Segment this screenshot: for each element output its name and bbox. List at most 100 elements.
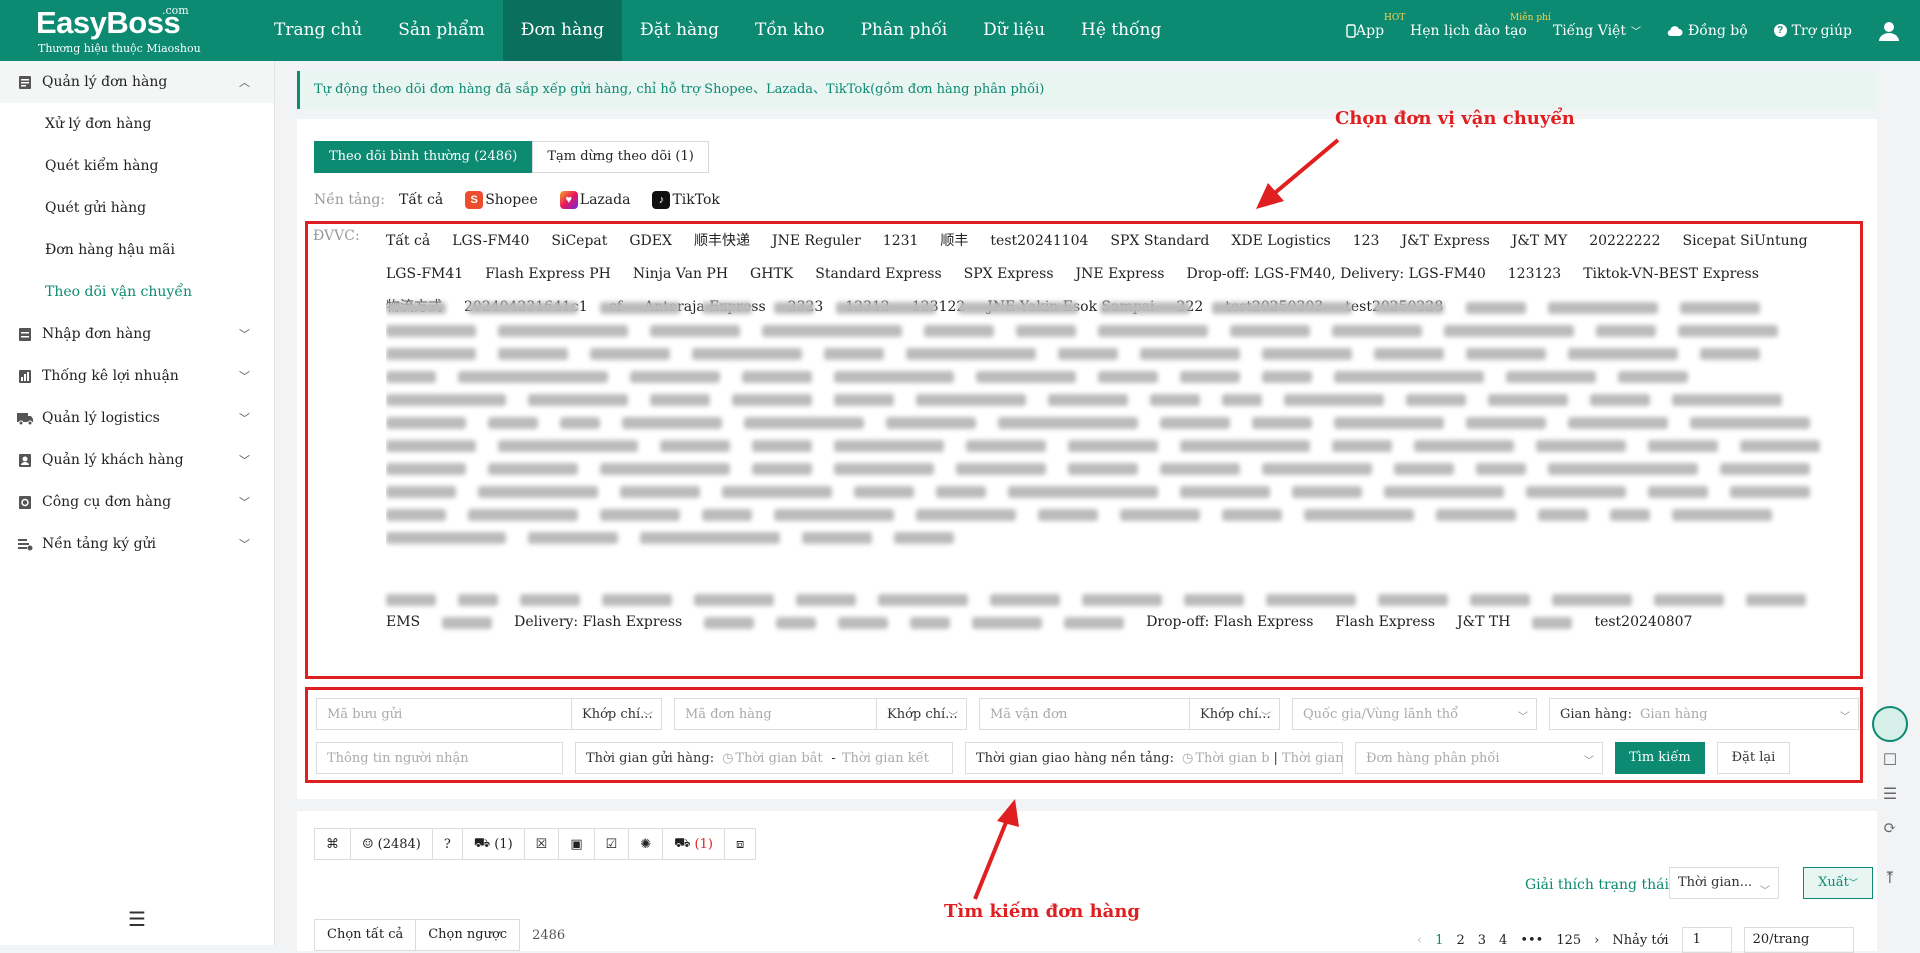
sidebar-group-profit-stats[interactable]: Thống kê lợi nhuận ﹀ bbox=[0, 355, 274, 397]
status-return-button[interactable]: ⧈ bbox=[725, 829, 755, 859]
carrier-option[interactable]: 顺丰快递 bbox=[694, 225, 750, 258]
reset-button[interactable]: Đặt lại bbox=[1716, 742, 1791, 774]
page-4[interactable]: 4 bbox=[1499, 933, 1507, 948]
language-select[interactable]: Tiếng Việt ﹀ bbox=[1553, 23, 1641, 39]
next-page-icon[interactable]: › bbox=[1594, 933, 1599, 948]
menu-collapse-icon[interactable]: ☰ bbox=[128, 907, 146, 931]
sidebar-group-order-management[interactable]: Quản lý đơn hàng ︿ bbox=[0, 61, 274, 103]
carrier-option[interactable]: test20240807 bbox=[1594, 606, 1692, 639]
help-button[interactable]: ? Trợ giúp bbox=[1773, 23, 1852, 39]
carrier-option[interactable]: Sicepat SiUntung bbox=[1682, 225, 1807, 258]
select-all-button[interactable]: Chọn tất cả bbox=[314, 919, 417, 951]
nav-purchase[interactable]: Đặt hàng bbox=[622, 0, 737, 61]
status-cancelled-button[interactable]: ☒ bbox=[525, 829, 560, 859]
support-avatar[interactable] bbox=[1872, 706, 1908, 742]
sidebar-group-logistics[interactable]: Quản lý logistics ﹀ bbox=[0, 397, 274, 439]
carrier-option[interactable]: 20222222 bbox=[1589, 225, 1660, 258]
status-all-button[interactable]: ⌘ bbox=[315, 829, 351, 859]
carrier-option[interactable]: Drop-off: LGS-FM40, Delivery: LGS-FM40 bbox=[1187, 258, 1486, 291]
nav-distribution[interactable]: Phân phối bbox=[843, 0, 966, 61]
carrier-option[interactable]: LGS-FM41 bbox=[386, 258, 463, 291]
nav-products[interactable]: Sản phẩm bbox=[380, 0, 503, 61]
page-last[interactable]: 125 bbox=[1556, 933, 1581, 948]
page-size-select[interactable]: 20/trang bbox=[1743, 927, 1854, 953]
platform-shopee[interactable]: S Shopee bbox=[465, 191, 538, 209]
user-avatar-button[interactable] bbox=[1878, 20, 1900, 42]
feedback-icon[interactable]: ☐ bbox=[1880, 750, 1900, 770]
page-ellipsis[interactable]: ••• bbox=[1520, 933, 1543, 948]
tracking-number-input[interactable]: Mã bưu gửi bbox=[316, 698, 571, 730]
carrier-option[interactable]: J&T TH bbox=[1457, 606, 1510, 639]
status-error-button[interactable]: ⛟ (1) bbox=[663, 829, 725, 859]
carrier-option[interactable]: EMS bbox=[386, 606, 420, 639]
carrier-option[interactable]: XDE Logistics bbox=[1231, 225, 1330, 258]
carrier-option[interactable]: GDEX bbox=[629, 225, 672, 258]
nav-data[interactable]: Dữ liệu bbox=[965, 0, 1063, 61]
carrier-option[interactable]: Tất cả bbox=[386, 225, 430, 258]
page-3[interactable]: 3 bbox=[1478, 933, 1486, 948]
sidebar-group-order-tools[interactable]: Công cụ đơn hàng ﹀ bbox=[0, 481, 274, 523]
carrier-option[interactable]: Delivery: Flash Express bbox=[514, 606, 682, 639]
carrier-option[interactable]: GHTK bbox=[750, 258, 793, 291]
page-1[interactable]: 1 bbox=[1435, 933, 1443, 948]
jump-page-input[interactable]: 1 bbox=[1681, 927, 1732, 953]
sidebar-item-shipment-tracking[interactable]: Theo dõi vận chuyển bbox=[0, 271, 274, 313]
time-sort-select[interactable]: Thời gian... ﹀ bbox=[1669, 867, 1779, 899]
sidebar-group-customers[interactable]: Quản lý khách hàng ﹀ bbox=[0, 439, 274, 481]
logo[interactable]: EasyBoss .com Thương hiệu thuộc Miaoshou bbox=[36, 4, 206, 58]
notes-icon[interactable]: ☰ bbox=[1880, 784, 1900, 804]
sidebar-group-import-orders[interactable]: Nhập đơn hàng ﹀ bbox=[0, 313, 274, 355]
nav-system[interactable]: Hệ thống bbox=[1063, 0, 1179, 61]
carrier-option[interactable]: Ninja Van PH bbox=[633, 258, 728, 291]
carrier-option[interactable]: Drop-off: Flash Express bbox=[1146, 606, 1313, 639]
status-alert-button[interactable]: ✺ bbox=[629, 829, 664, 859]
carrier-option[interactable]: J&T Express bbox=[1401, 225, 1489, 258]
sidebar-item-process-orders[interactable]: Xử lý đơn hàng bbox=[0, 103, 274, 145]
carrier-option[interactable]: test20241104 bbox=[990, 225, 1088, 258]
carrier-option[interactable]: Tiktok-VN-BEST Express bbox=[1583, 258, 1759, 291]
order-match-select[interactable]: Khớp chí... ﹀ bbox=[876, 698, 967, 730]
send-time-range[interactable]: Thời gian gửi hàng:◷Thời gian bắt đầ-Thờ… bbox=[575, 742, 953, 774]
carrier-option[interactable]: 123 bbox=[1353, 225, 1380, 258]
distribution-order-select[interactable]: Đơn hàng phân phối ﹀ bbox=[1355, 742, 1603, 774]
status-explanation-link[interactable]: Giải thích trạng thái bbox=[1525, 877, 1669, 893]
sidebar-item-after-sales[interactable]: Đơn hàng hậu mãi bbox=[0, 229, 274, 271]
platform-tiktok[interactable]: ♪ TikTok bbox=[652, 191, 720, 209]
order-number-input[interactable]: Mã đơn hàng bbox=[674, 698, 876, 730]
shop-select[interactable]: Gian hàng: Gian hàng ﹀ bbox=[1549, 698, 1859, 730]
schedule-link[interactable]: Hẹn lịch đào tạo Miễn phí bbox=[1410, 13, 1551, 39]
search-button[interactable]: Tìm kiếm bbox=[1615, 742, 1705, 774]
carrier-option[interactable]: 顺丰 bbox=[940, 225, 968, 258]
carrier-option[interactable]: LGS-FM40 bbox=[452, 225, 529, 258]
sidebar-item-scan-check[interactable]: Quét kiểm hàng bbox=[0, 145, 274, 187]
sidebar-group-consignment[interactable]: Nền tảng ký gửi ﹀ bbox=[0, 523, 274, 565]
back-to-top-icon[interactable]: ⤒ bbox=[1880, 868, 1900, 888]
app-link[interactable]: App HOT bbox=[1346, 13, 1405, 39]
status-delivered-button[interactable]: ☑ bbox=[595, 829, 630, 859]
nav-home[interactable]: Trang chủ bbox=[256, 0, 380, 61]
status-unknown-button[interactable]: ? bbox=[433, 829, 463, 859]
country-select[interactable]: Quốc gia/Vùng lãnh thổ ﹀ bbox=[1292, 698, 1537, 730]
platform-delivery-time-range[interactable]: Thời gian giao hàng nền tảng: ◷ Thời gian … bbox=[965, 742, 1343, 774]
carrier-option[interactable]: J&T MY bbox=[1512, 225, 1567, 258]
status-in-transit-button[interactable]: ☺ (2484) bbox=[351, 829, 433, 859]
platform-all[interactable]: Tất cả bbox=[399, 192, 443, 208]
prev-page-icon[interactable]: ‹ bbox=[1417, 933, 1422, 948]
carrier-option[interactable]: Flash Express bbox=[1335, 606, 1435, 639]
page-2[interactable]: 2 bbox=[1456, 933, 1464, 948]
platform-lazada[interactable]: ♥ Lazada bbox=[559, 191, 630, 209]
receiver-info-input[interactable]: Thông tin người nhận bbox=[316, 742, 563, 774]
carrier-option[interactable]: SPX Express bbox=[964, 258, 1054, 291]
status-pending-button[interactable]: ⛟ (1) bbox=[463, 829, 525, 859]
carrier-option[interactable]: JNE Reguler bbox=[772, 225, 861, 258]
carrier-option[interactable]: JNE Express bbox=[1076, 258, 1165, 291]
status-pickup-button[interactable]: ▣ bbox=[559, 829, 595, 859]
invert-selection-button[interactable]: Chọn ngược bbox=[416, 919, 521, 951]
tracking-match-select[interactable]: Khớp chí... ﹀ bbox=[571, 698, 662, 730]
nav-inventory[interactable]: Tồn kho bbox=[737, 0, 843, 61]
waybill-number-input[interactable]: Mã vận đơn bbox=[979, 698, 1189, 730]
tab-paused-tracking[interactable]: Tạm dừng theo dõi (1) bbox=[532, 141, 709, 173]
sidebar-item-scan-ship[interactable]: Quét gửi hàng bbox=[0, 187, 274, 229]
sync-button[interactable]: Đồng bộ bbox=[1667, 23, 1748, 39]
carrier-option[interactable]: Standard Express bbox=[815, 258, 941, 291]
